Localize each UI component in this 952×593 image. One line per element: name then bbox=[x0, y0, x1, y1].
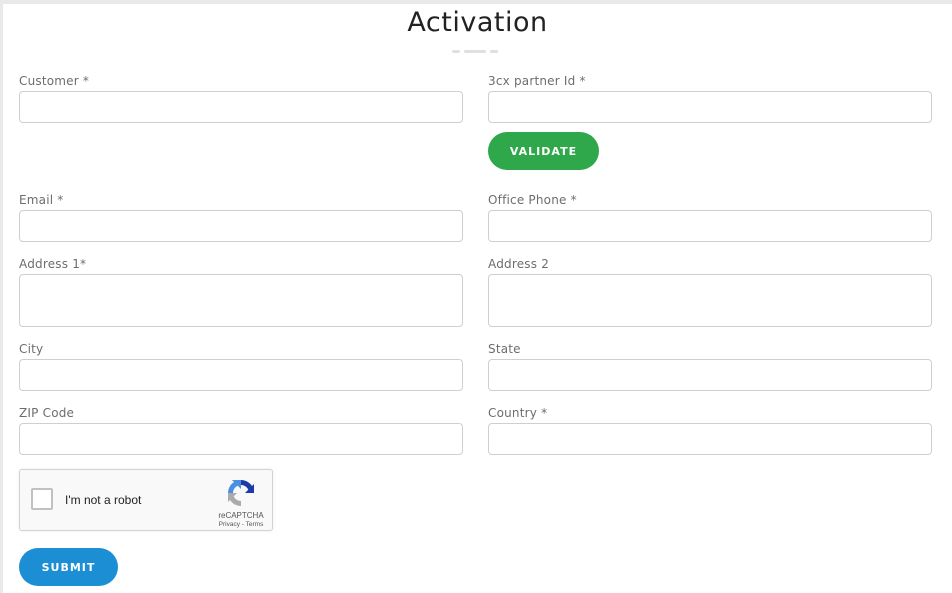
address2-label: Address 2 bbox=[488, 257, 550, 271]
address1-input[interactable] bbox=[19, 274, 463, 327]
recaptcha-logo-icon bbox=[228, 480, 254, 506]
recaptcha-links: Privacy - Terms bbox=[210, 521, 272, 528]
partner-id-input[interactable] bbox=[488, 91, 932, 123]
customer-input[interactable] bbox=[19, 91, 463, 123]
page-title: Activation bbox=[407, 7, 548, 38]
partner-id-label: 3cx partner Id * bbox=[488, 74, 586, 88]
email-label: Email * bbox=[19, 193, 64, 207]
city-label: City bbox=[19, 342, 44, 356]
recaptcha-brand: reCAPTCHA bbox=[218, 511, 264, 520]
address2-input[interactable] bbox=[488, 274, 932, 327]
email-input[interactable] bbox=[19, 210, 463, 242]
country-input[interactable] bbox=[488, 423, 932, 455]
zip-label: ZIP Code bbox=[19, 406, 75, 420]
office-phone-label: Office Phone * bbox=[488, 193, 577, 207]
office-phone-input[interactable] bbox=[488, 210, 932, 242]
submit-button[interactable]: SUBMIT bbox=[19, 548, 118, 586]
recaptcha-checkbox-label: I'm not a robot bbox=[65, 493, 142, 507]
recaptcha-checkbox[interactable] bbox=[31, 488, 53, 510]
recaptcha-terms-link[interactable]: Terms bbox=[246, 521, 264, 528]
address1-label: Address 1* bbox=[19, 257, 87, 271]
recaptcha-privacy-link[interactable]: Privacy bbox=[219, 521, 240, 528]
title-divider bbox=[452, 50, 500, 53]
customer-label: Customer * bbox=[19, 74, 90, 88]
city-input[interactable] bbox=[19, 359, 463, 391]
state-input[interactable] bbox=[488, 359, 932, 391]
state-label: State bbox=[488, 342, 521, 356]
recaptcha-widget: I'm not a robot reCAPTCHA Privacy - Term… bbox=[19, 469, 273, 531]
zip-input[interactable] bbox=[19, 423, 463, 455]
country-label: Country * bbox=[488, 406, 548, 420]
validate-button[interactable]: VALIDATE bbox=[488, 132, 599, 170]
activation-panel: Activation Customer * 3cx partner Id * V… bbox=[3, 4, 952, 593]
